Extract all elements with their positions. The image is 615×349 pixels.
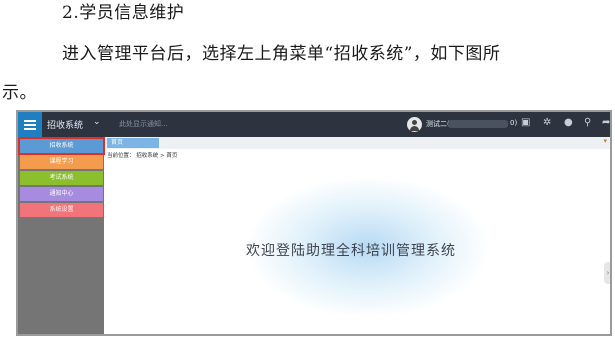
sidebar-item-settings[interactable]: 系统设置 bbox=[20, 203, 103, 217]
sidebar-item-courses[interactable]: 课程学习 bbox=[20, 155, 103, 169]
chevron-down-icon[interactable]: ⌄ bbox=[93, 117, 101, 127]
help-icon[interactable]: ● bbox=[564, 117, 573, 128]
embedded-screenshot: 招收系统 ⌄ 此处显示通知... 测试二( 0) ▣ ✲ ● ⚲ ➦ 招收系统 … bbox=[16, 110, 612, 336]
section-heading: 2.学员信息维护 bbox=[62, 3, 185, 23]
top-bar: 招收系统 ⌄ 此处显示通知... 测试二( 0) ▣ ✲ ● ⚲ ➦ bbox=[18, 112, 610, 137]
redacted-user-id bbox=[448, 120, 508, 128]
sidebar-item-admissions[interactable]: 招收系统 bbox=[18, 137, 105, 155]
chevron-right-icon[interactable]: › bbox=[604, 262, 610, 284]
tab-bar: 首页 ▾ bbox=[105, 137, 610, 149]
sidebar-item-notices[interactable]: 通知中心 bbox=[20, 187, 103, 201]
tab-home[interactable]: 首页 bbox=[107, 138, 159, 148]
avatar[interactable] bbox=[407, 117, 422, 132]
paragraph-line-2: 示。 bbox=[2, 83, 37, 103]
notice-text: 此处显示通知... bbox=[119, 120, 168, 128]
gear-icon[interactable]: ✲ bbox=[543, 117, 551, 128]
breadcrumb: 当前位置： 招收系统 > 首页 bbox=[107, 153, 178, 159]
welcome-title: 欢迎登陆助理全科培训管理系统 bbox=[246, 243, 456, 259]
user-name: 测试二( bbox=[426, 120, 450, 128]
hamburger-menu-icon[interactable] bbox=[18, 112, 42, 137]
logout-icon[interactable]: ➦ bbox=[602, 117, 610, 128]
message-icon[interactable]: ▣ bbox=[521, 117, 530, 128]
chevron-down-icon[interactable]: ▾ bbox=[603, 137, 607, 145]
settings-slider-icon[interactable]: ⚲ bbox=[584, 117, 591, 128]
sidebar: 招收系统 课程学习 考试系统 通知中心 系统设置 bbox=[18, 137, 105, 334]
paragraph-line-1: 进入管理平台后，选择左上角菜单“招收系统”，如下图所 bbox=[62, 44, 501, 64]
sidebar-item-exams[interactable]: 考试系统 bbox=[20, 171, 103, 185]
system-menu-title[interactable]: 招收系统 bbox=[47, 118, 83, 131]
user-name-suffix: 0) bbox=[510, 119, 518, 127]
